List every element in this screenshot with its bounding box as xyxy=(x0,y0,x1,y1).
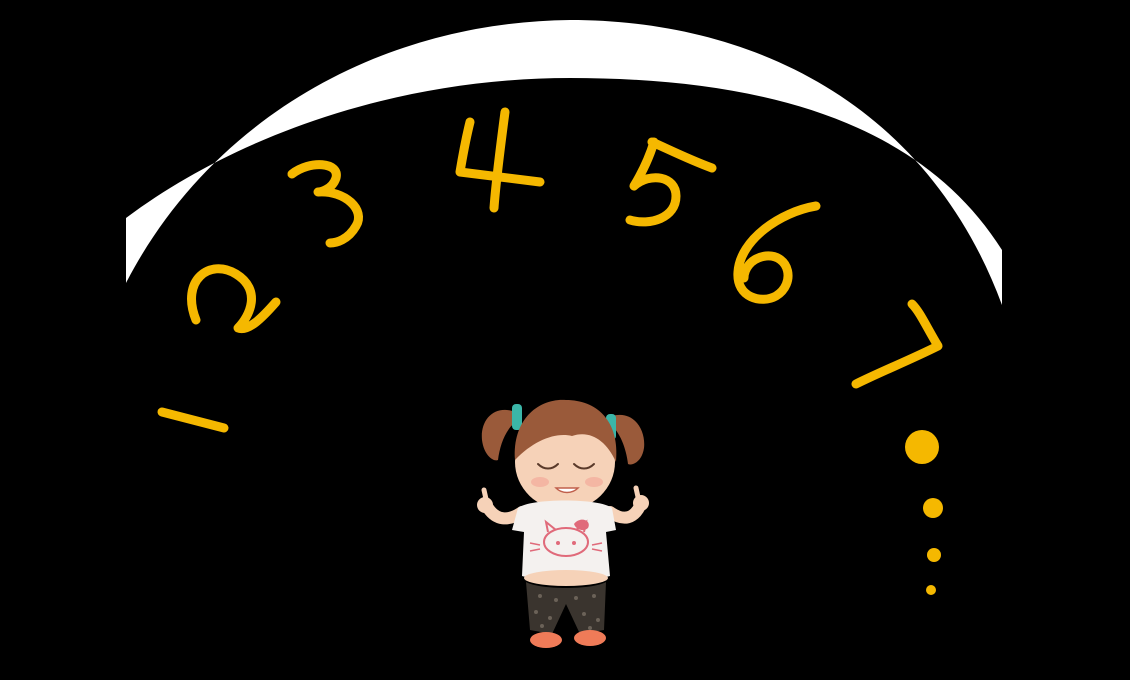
hand-right xyxy=(633,495,649,511)
trailing-dot-3 xyxy=(927,548,941,562)
cheek-left xyxy=(531,477,549,487)
numeral-3 xyxy=(287,160,363,248)
belly xyxy=(524,570,608,586)
numeral-label-7: 7 xyxy=(900,344,901,346)
thumb-right xyxy=(633,485,641,500)
shoe-left xyxy=(530,632,562,648)
numeral-label-1: 1 xyxy=(185,459,186,461)
numeral-5 xyxy=(625,137,717,227)
numeral-2 xyxy=(187,264,281,334)
counting-scene: 1 2 3 4 5 6 7 xyxy=(0,0,1130,680)
trailing-dot-4 xyxy=(926,585,936,595)
scene-canvas: 1 2 3 4 5 6 7 xyxy=(126,20,1002,648)
white-arc-band xyxy=(126,20,1002,305)
shoe-right xyxy=(574,630,606,646)
numeral-1 xyxy=(157,407,229,433)
shirt xyxy=(512,500,616,581)
numeral-4 xyxy=(455,107,545,213)
trailing-dot-2 xyxy=(923,498,943,518)
trailing-dot-1 xyxy=(905,430,939,464)
numeral-label-3: 3 xyxy=(330,209,331,211)
numeral-label-2: 2 xyxy=(230,299,231,301)
cheek-right xyxy=(585,477,603,487)
numeral-7 xyxy=(851,299,943,389)
girl-meditating-icon xyxy=(477,399,649,648)
numeral-6 xyxy=(733,201,821,304)
hair-tie-left xyxy=(512,404,522,430)
thumb-left xyxy=(481,487,489,502)
pants xyxy=(526,582,606,634)
